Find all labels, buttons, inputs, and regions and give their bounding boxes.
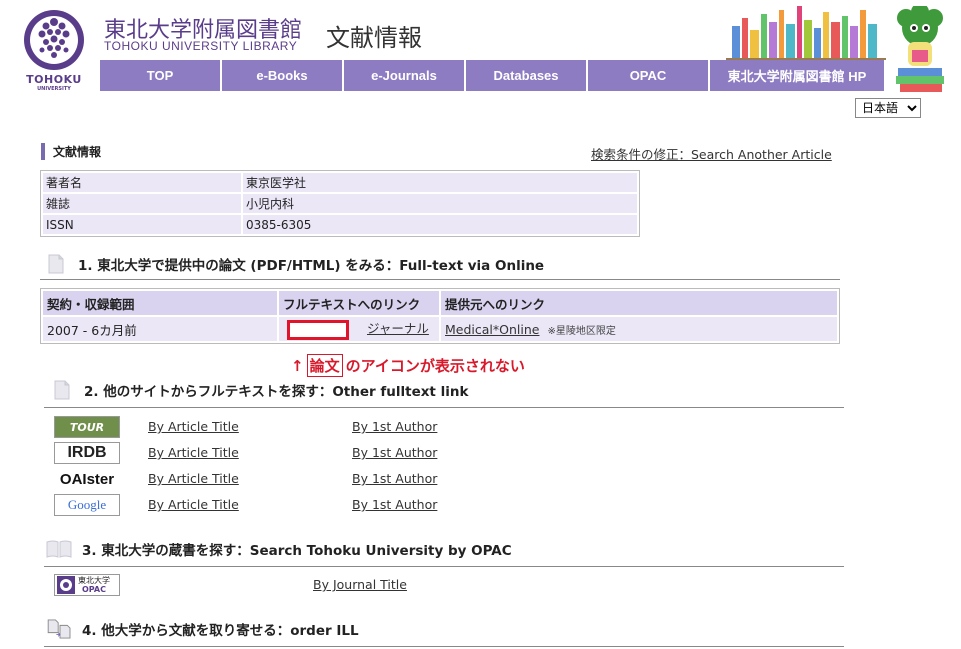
books-illustration-icon — [726, 6, 886, 60]
divider — [40, 279, 840, 280]
provider-cell: Medical*Online ※星陵地区限定 — [441, 317, 837, 341]
divider — [44, 407, 844, 408]
list-item: 東北大学 OPAC By Journal Title — [54, 574, 754, 596]
section-4-title: 4. 他大学から文献を取り寄せる：order ILL — [82, 623, 359, 639]
info-label: 雑誌 — [43, 194, 241, 213]
divider — [44, 566, 844, 567]
list-item: TOUR By Article Title By 1st Author — [54, 416, 754, 438]
google-logo[interactable]: Google — [54, 494, 120, 516]
annotation-text: のアイコンが表示されない — [345, 357, 525, 375]
nav-opac[interactable]: OPAC — [588, 60, 710, 91]
table-header-row: 契約・収録範囲 フルテキストへのリンク 提供元へのリンク — [43, 291, 837, 315]
divider — [44, 646, 844, 647]
coverage-cell: 2007 - 6カ月前 — [43, 317, 277, 341]
journal-link[interactable]: ジャーナル — [367, 321, 429, 336]
section-2-title: 2. 他のサイトからフルテキストを探す：Other fulltext link — [84, 384, 469, 400]
irdb-logo[interactable]: IRDB — [54, 442, 120, 464]
logo-wordmark: TOHOKU — [26, 73, 82, 86]
info-value: 小児内科 — [243, 194, 637, 213]
col-fulltext-link: フルテキストへのリンク — [279, 291, 439, 315]
open-book-icon — [46, 540, 72, 558]
oaister-logo[interactable]: OAIster — [54, 468, 120, 490]
by-article-title-link[interactable]: By Article Title — [148, 497, 239, 512]
info-value: 0385-6305 — [243, 215, 637, 234]
nav-ejournals[interactable]: e-Journals — [344, 60, 466, 91]
tour-logo[interactable]: TOUR — [54, 416, 120, 438]
info-label: 著者名 — [43, 173, 241, 192]
logo-subtext: UNIVERSITY — [37, 86, 71, 92]
by-first-author-link[interactable]: By 1st Author — [352, 445, 437, 460]
nav-databases[interactable]: Databases — [466, 60, 588, 91]
col-provider-link: 提供元へのリンク — [441, 291, 837, 315]
section-1-heading: 1. 東北大学で提供中の論文 (PDF/HTML) をみる：Full-text … — [46, 252, 544, 276]
annotation-note: ↑ 論文 のアイコンが表示されない — [291, 354, 525, 377]
missing-article-icon-highlight — [287, 319, 349, 340]
info-label: ISSN — [43, 215, 241, 234]
opac-logo[interactable]: 東北大学 OPAC — [54, 574, 120, 596]
nav-top[interactable]: TOP — [100, 60, 222, 91]
article-info-table: 著者名 東京医学社 雑誌 小児内科 ISSN 0385-6305 — [40, 170, 640, 237]
search-another-link[interactable]: 検索条件の修正：Search Another Article — [591, 144, 832, 163]
fulltext-table: 契約・収録範囲 フルテキストへのリンク 提供元へのリンク 2007 - 6カ月前… — [40, 288, 840, 344]
section-2-heading: 2. 他のサイトからフルテキストを探す：Other fulltext link — [52, 378, 468, 402]
by-journal-title-link[interactable]: By Journal Title — [313, 577, 407, 592]
library-name-en[interactable]: TOHOKU UNIVERSITY LIBRARY — [104, 39, 297, 53]
table-row: ISSN 0385-6305 — [43, 215, 637, 234]
table-row: 著者名 東京医学社 — [43, 173, 637, 192]
list-item: OAIster By Article Title By 1st Author — [54, 468, 754, 490]
by-first-author-link[interactable]: By 1st Author — [352, 471, 437, 486]
page-heading: 文献情報 — [326, 24, 422, 52]
document-icon — [48, 254, 64, 274]
by-article-title-link[interactable]: By Article Title — [148, 445, 239, 460]
section-title: 文献情報 — [41, 143, 101, 160]
provider-link[interactable]: Medical*Online — [445, 322, 539, 337]
col-coverage: 契約・収録範囲 — [43, 291, 277, 315]
fulltext-cell: ジャーナル — [279, 317, 439, 341]
nav-library-hp[interactable]: 東北大学附属図書館 HP — [710, 60, 884, 91]
section-3-heading: 3. 東北大学の蔵書を探す：Search Tohoku University b… — [46, 537, 512, 561]
document-icon — [54, 380, 70, 400]
main-nav: TOP e-Books e-Journals Databases OPAC 東北… — [100, 60, 884, 91]
by-first-author-link[interactable]: By 1st Author — [352, 497, 437, 512]
provider-note: ※星陵地区限定 — [547, 325, 616, 337]
section-3-title: 3. 東北大学の蔵書を探す：Search Tohoku University b… — [82, 543, 512, 559]
university-emblem-icon — [24, 10, 84, 70]
nav-ebooks[interactable]: e-Books — [222, 60, 344, 91]
by-article-title-link[interactable]: By Article Title — [148, 471, 239, 486]
section-4-heading: 4. 他大学から文献を取り寄せる：order ILL — [46, 617, 359, 641]
list-item: Google By Article Title By 1st Author — [54, 494, 754, 516]
up-arrow-icon: ↑ — [291, 356, 304, 375]
by-article-title-link[interactable]: By Article Title — [148, 419, 239, 434]
section-1-title: 1. 東北大学で提供中の論文 (PDF/HTML) をみる：Full-text … — [78, 258, 545, 274]
opac-emblem-icon — [57, 576, 75, 594]
document-transfer-icon — [47, 619, 71, 639]
info-value: 東京医学社 — [243, 173, 637, 192]
table-row: 2007 - 6カ月前 ジャーナル Medical*Online ※星陵地区限定 — [43, 317, 837, 341]
table-row: 雑誌 小児内科 — [43, 194, 637, 213]
mascot-character-icon — [896, 6, 944, 92]
by-first-author-link[interactable]: By 1st Author — [352, 419, 437, 434]
language-select[interactable]: 日本語 — [855, 98, 921, 118]
annotation-boxed-label: 論文 — [306, 354, 343, 377]
list-item: IRDB By Article Title By 1st Author — [54, 442, 754, 464]
